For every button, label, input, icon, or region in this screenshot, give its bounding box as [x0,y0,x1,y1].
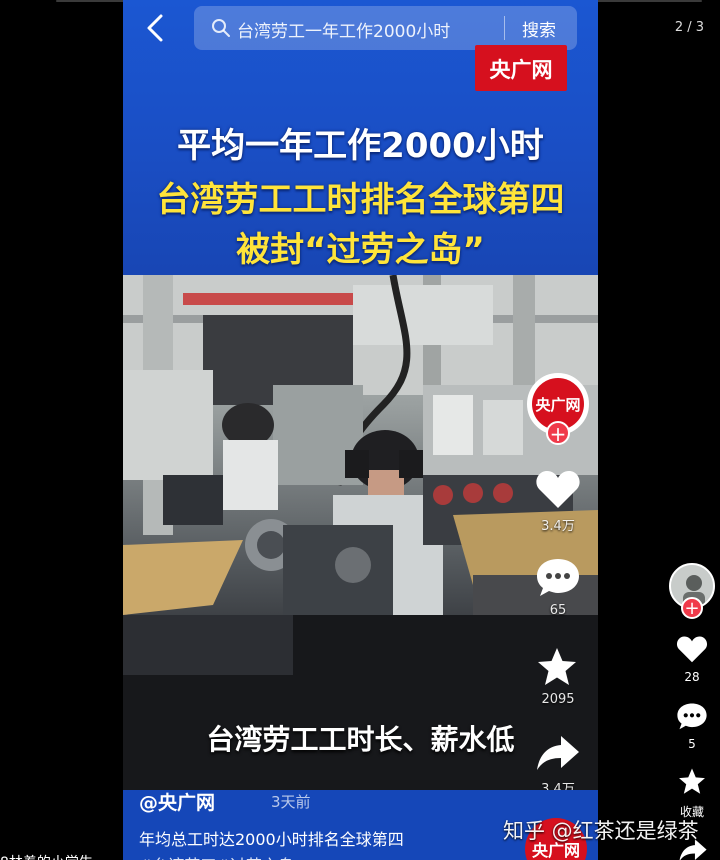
outer-likes-count: 28 [684,670,700,684]
inner-heart-icon[interactable] [535,468,581,510]
outer-comments-count: 5 [688,737,696,751]
headline-line-2: 台湾劳工工时排名全球第四 [156,180,565,220]
search-icon [212,19,230,37]
inner-avatar-text: 央广网 [535,396,581,414]
search-divider [504,16,505,40]
outer-heart-icon[interactable] [676,634,708,664]
cnr-logo: 央广网 [475,45,567,91]
search-input[interactable]: 台湾劳工一年工作2000小时 [237,17,450,42]
inner-favorites-count: 2095 [541,692,575,707]
page-counter: 2 / 3 [674,20,704,35]
search-button[interactable]: 搜索 [522,16,556,41]
post-hashtags[interactable]: #台湾劳工#过劳之岛 [139,852,294,860]
inner-comments-count: 65 [549,603,567,618]
outer-star-icon[interactable] [677,767,707,796]
post-author[interactable]: @央广网 [139,788,215,815]
headline-line-3: 被封“过劳之岛” [236,230,485,270]
inner-comment-icon[interactable] [535,556,581,598]
video-screenshot: 台湾劳工一年工作2000小时 搜索 央广网 平均一年工作2000小时 台湾劳工工… [123,0,598,860]
back-arrow-icon[interactable] [141,12,171,44]
headline-line-1: 平均一年工作2000小时 [177,126,544,166]
inner-likes-count: 3.4万 [541,519,575,534]
inner-follow-button[interactable]: + [546,421,570,445]
outer-follow-button[interactable]: + [681,597,703,619]
inner-share-icon[interactable] [535,734,581,772]
video-subtitle: 台湾劳工工时长、薪水低 [206,723,515,756]
post-description: 年均总工时达2000小时排名全球第四 [139,830,404,849]
cropped-left-text: 8林着的小学生 [0,852,93,860]
post-time: 3天前 [271,793,311,811]
zhihu-watermark: 知乎 @红茶还是绿茶 [503,819,699,843]
cnr-logo-text: 央广网 [489,58,553,82]
outer-comment-icon[interactable] [676,701,708,731]
inner-star-icon[interactable] [535,646,579,688]
